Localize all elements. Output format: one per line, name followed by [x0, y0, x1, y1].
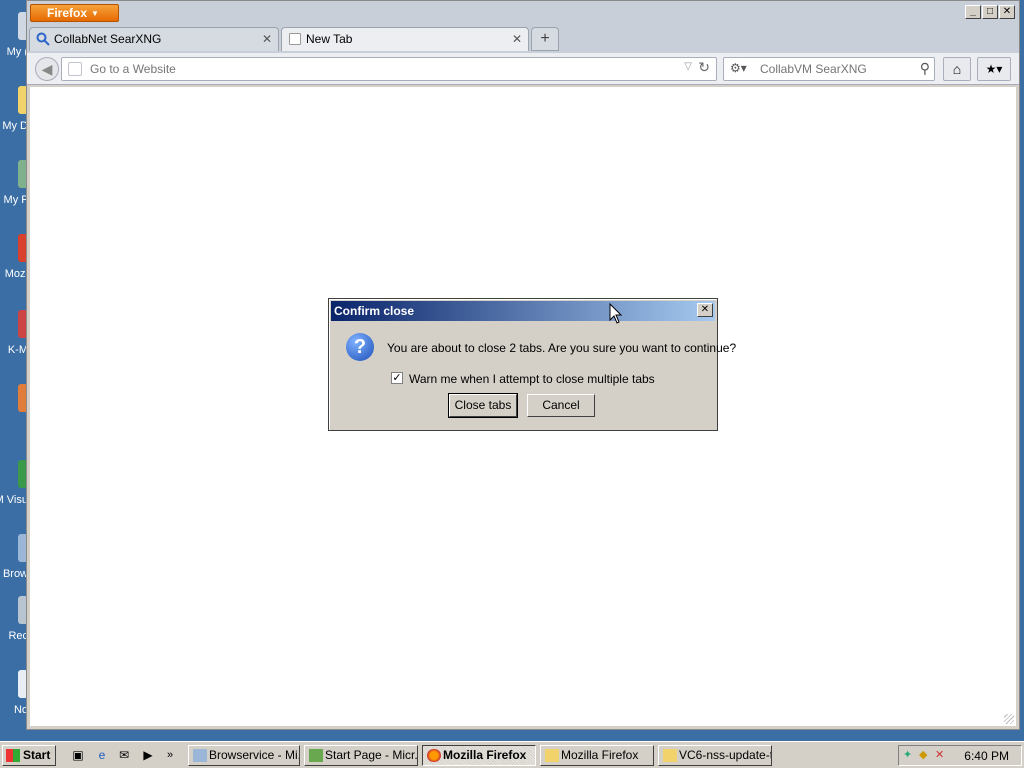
desktop-icon-label: Mozi	[4, 268, 28, 280]
search-icon	[36, 32, 50, 46]
blank-page-icon	[289, 33, 301, 45]
close-window-button[interactable]: ✕	[999, 5, 1015, 19]
navigation-toolbar: ◀ ▽ ↻ ⚙▾ ⚲ ⌂ ★▾	[27, 53, 1019, 85]
desktop-icon-label: Brow	[2, 568, 28, 580]
close-tabs-button[interactable]: Close tabs	[448, 393, 518, 418]
arrow-left-icon: ◀	[41, 61, 53, 77]
identity-icon[interactable]	[68, 62, 82, 76]
title-bar[interactable]: Firefox ▼ _ □ ✕	[27, 1, 1019, 25]
close-icon: ✕	[1002, 6, 1012, 17]
dialog-title-bar[interactable]: Confirm close ✕	[331, 301, 715, 321]
back-button[interactable]: ◀	[35, 57, 59, 81]
confirm-close-dialog: Confirm close ✕ ? You are about to close…	[328, 298, 736, 431]
tab-label: CollabNet SearXNG	[54, 32, 162, 46]
windows-flag-icon	[6, 749, 20, 762]
folder-icon	[545, 749, 559, 762]
close-icon: ✕	[700, 304, 710, 315]
warn-multiple-tabs-label[interactable]: Warn me when I attempt to close multiple…	[409, 372, 655, 386]
taskbar-button-label: Mozilla Firefox	[443, 748, 527, 762]
show-desktop-icon[interactable]: ▣	[70, 747, 86, 763]
question-icon: ?	[346, 333, 374, 361]
desktop-icon-label: My F	[3, 194, 28, 206]
taskbar-button-label: Browservice - Mi...	[209, 748, 300, 762]
bookmarks-button[interactable]: ★▾	[977, 57, 1011, 81]
outlook-express-icon[interactable]: ✉	[116, 747, 132, 763]
taskbar-button-label: VC6-nss-update-t...	[679, 748, 771, 762]
start-button[interactable]: Start	[2, 745, 56, 766]
magnifier-icon[interactable]: ⚲	[920, 60, 930, 77]
taskbar-button-mozilla-firefox-active[interactable]: Mozilla Firefox	[422, 745, 536, 766]
browservice-icon	[193, 749, 207, 762]
tab-label: New Tab	[306, 32, 353, 46]
firefox-menu-button[interactable]: Firefox ▼	[30, 4, 119, 22]
search-bar[interactable]: ⚙▾ ⚲	[723, 57, 935, 81]
folder-icon	[663, 749, 677, 762]
minimize-icon: _	[970, 6, 976, 17]
desktop-icon-label: My (	[6, 46, 28, 58]
resize-grip-icon[interactable]	[1004, 714, 1014, 724]
desktop-icon-label: My D	[2, 120, 28, 132]
cancel-button[interactable]: Cancel	[527, 394, 595, 417]
new-tab-button[interactable]: +	[531, 27, 559, 51]
reload-icon[interactable]: ↻	[698, 59, 710, 76]
taskbar-button-label: Mozilla Firefox	[561, 748, 639, 762]
firefox-icon	[427, 749, 441, 762]
maximize-icon: □	[986, 6, 994, 17]
checkmark-icon: ✓	[392, 372, 402, 384]
url-input[interactable]	[88, 60, 648, 78]
firefox-menu-label: Firefox	[47, 6, 88, 20]
quick-launch-overflow-icon[interactable]: »	[162, 747, 178, 763]
tab-new-tab[interactable]: New Tab ✕	[281, 27, 529, 51]
dialog-message: You are about to close 2 tabs. Are you s…	[387, 341, 737, 355]
tab-close-icon[interactable]: ✕	[262, 28, 272, 50]
mouse-cursor-icon	[609, 303, 623, 324]
taskbar: Start ▣ e ✉ ▶ » Browservice - Mi... Star…	[0, 741, 1024, 768]
maximize-button[interactable]: □	[982, 5, 998, 19]
start-page-icon	[309, 749, 323, 762]
alert-tray-icon[interactable]: ✕	[935, 749, 948, 762]
windows-media-icon[interactable]: ▶	[140, 747, 156, 763]
bookmark-star-icon: ★▾	[985, 62, 1003, 76]
taskbar-button-browservice[interactable]: Browservice - Mi...	[188, 745, 300, 766]
tab-close-icon[interactable]: ✕	[512, 28, 522, 50]
dialog-close-button[interactable]: ✕	[697, 303, 713, 317]
plus-icon: +	[540, 30, 550, 47]
clock[interactable]: 6:40 PM	[964, 749, 1009, 763]
search-engine-icon[interactable]: ⚙▾	[730, 61, 747, 75]
security-tray-icon[interactable]: ◆	[919, 749, 932, 762]
caret-down-icon: ▼	[91, 9, 99, 18]
url-bar[interactable]: ▽ ↻	[61, 57, 717, 81]
taskbar-button-start-page[interactable]: Start Page - Micr...	[304, 745, 418, 766]
search-input[interactable]	[758, 60, 908, 78]
home-icon: ⌂	[952, 61, 962, 77]
tab-strip: CollabNet SearXNG ✕ New Tab ✕ +	[27, 25, 1019, 53]
system-tray: ✦ ◆ ✕ 6:40 PM	[898, 745, 1022, 766]
internet-explorer-icon[interactable]: e	[94, 747, 110, 763]
taskbar-button-mozilla-firefox-folder[interactable]: Mozilla Firefox	[540, 745, 654, 766]
history-dropdown-icon[interactable]: ▽	[684, 61, 692, 72]
minimize-button[interactable]: _	[965, 5, 981, 19]
home-button[interactable]: ⌂	[943, 57, 971, 81]
tab-collabnet-searxng[interactable]: CollabNet SearXNG ✕	[29, 27, 279, 51]
dialog-title: Confirm close	[334, 304, 415, 318]
desktop-icon-label: M Visu	[0, 494, 28, 506]
network-tray-icon[interactable]: ✦	[903, 749, 916, 762]
warn-multiple-tabs-checkbox[interactable]: ✓	[391, 372, 403, 384]
desktop-icon-label: K-M	[7, 344, 28, 356]
taskbar-button-vc6-nss-update[interactable]: VC6-nss-update-t...	[658, 745, 772, 766]
taskbar-button-label: Start Page - Micr...	[325, 748, 418, 762]
start-label: Start	[23, 748, 51, 762]
